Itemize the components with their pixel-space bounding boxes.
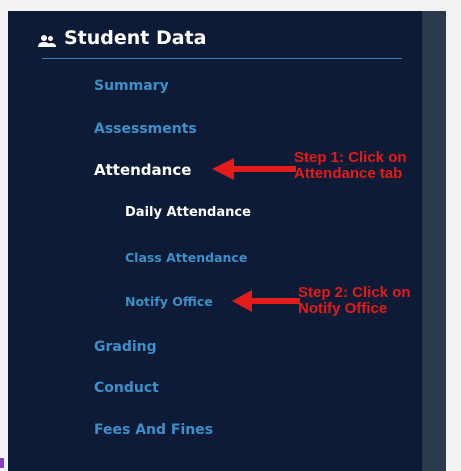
sidebar-subitem-daily-attendance[interactable]: Daily Attendance (125, 205, 251, 220)
sidebar-item-attendance[interactable]: Attendance (94, 161, 191, 179)
sidebar-item-grading[interactable]: Grading (94, 339, 157, 355)
edge-mark (0, 458, 4, 468)
step2-line2: Notify Office (298, 300, 388, 317)
sidebar-item-assessments[interactable]: Assessments (94, 121, 197, 137)
arrow-left-icon (212, 158, 296, 180)
step2-line1: Step 2: Click on (298, 284, 411, 301)
sidebar-item-conduct[interactable]: Conduct (94, 380, 159, 396)
header-divider (42, 58, 402, 59)
section-title: Student Data (64, 27, 207, 49)
sidebar-subitem-notify-office[interactable]: Notify Office (125, 294, 213, 309)
sidebar-panel (8, 11, 422, 471)
step1-line2: Attendance tab (294, 165, 403, 182)
sidebar-item-summary[interactable]: Summary (94, 78, 169, 94)
arrow-left-icon (232, 290, 300, 312)
step1-annotation: Step 1: Click on Attendance tab (294, 150, 407, 182)
section-header[interactable]: Student Data (38, 27, 207, 49)
sidebar-item-fees[interactable]: Fees And Fines (94, 422, 213, 438)
sidebar-edge (422, 11, 446, 471)
step2-annotation: Step 2: Click on Notify Office (298, 285, 411, 317)
step1-line1: Step 1: Click on (294, 149, 407, 166)
users-icon (38, 31, 56, 47)
sidebar-subitem-class-attendance[interactable]: Class Attendance (125, 250, 247, 265)
